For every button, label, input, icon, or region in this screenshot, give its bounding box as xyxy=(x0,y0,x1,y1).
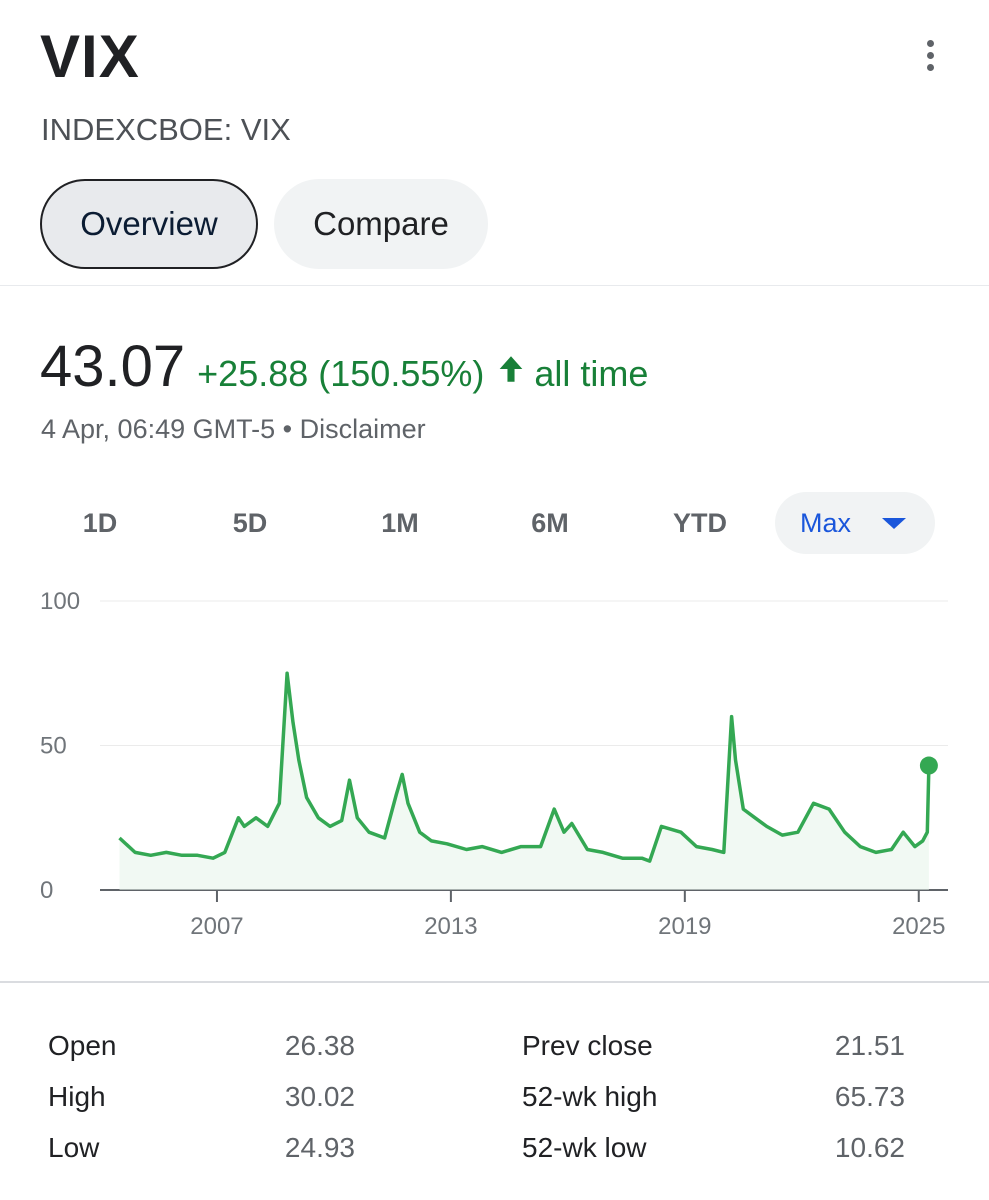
separator-dot: • xyxy=(282,414,293,444)
stat-value: 21.51 xyxy=(834,1030,905,1061)
divider xyxy=(0,285,989,286)
stat-label: Low xyxy=(48,1132,100,1163)
range-6m[interactable]: 6M xyxy=(490,492,610,554)
page-title: VIX xyxy=(40,23,140,90)
ticker-symbol: INDEXCBOE: VIX xyxy=(41,112,291,147)
stat-row: Low 24.93 52-wk low 10.62 xyxy=(0,1132,989,1172)
y-tick-label: 50 xyxy=(40,733,67,760)
x-tick-label: 2025 xyxy=(892,913,945,940)
stat-value: 30.02 xyxy=(284,1081,355,1112)
stat-value: 10.62 xyxy=(834,1132,905,1163)
tab-compare[interactable]: Compare xyxy=(274,179,488,269)
stat-row: High 30.02 52-wk high 65.73 xyxy=(0,1081,989,1121)
range-5d[interactable]: 5D xyxy=(190,492,310,554)
stat-value: 26.38 xyxy=(284,1030,355,1061)
disclaimer-link[interactable]: Disclaimer xyxy=(300,414,426,444)
quote-timestamp-row: 4 Apr, 06:49 GMT-5 • Disclaimer xyxy=(41,414,426,445)
x-tick-label: 2013 xyxy=(424,913,477,940)
price-summary: 43.07 +25.88 (150.55%) all time xyxy=(40,333,648,400)
range-max-label: Max xyxy=(800,508,852,538)
y-tick-label: 0 xyxy=(40,877,53,904)
arrow-up-icon xyxy=(500,356,523,382)
range-1m[interactable]: 1M xyxy=(340,492,460,554)
price-change: +25.88 (150.55%) xyxy=(197,353,485,394)
change-period: all time xyxy=(534,353,649,394)
tab-bar: Overview Compare xyxy=(40,179,488,269)
range-1d[interactable]: 1D xyxy=(40,492,160,554)
stat-label: 52-wk low xyxy=(522,1132,647,1163)
series-area xyxy=(119,673,929,890)
more-vert-icon[interactable] xyxy=(915,40,945,80)
stat-label: Prev close xyxy=(522,1030,653,1061)
caret-down-icon xyxy=(882,518,906,529)
quote-timestamp: 4 Apr, 06:49 GMT-5 xyxy=(41,414,276,444)
latest-point xyxy=(919,756,938,775)
price-chart: 100 50 0 2007 2013 2019 2025 xyxy=(40,588,948,940)
tab-overview[interactable]: Overview xyxy=(40,179,258,269)
y-tick-label: 100 xyxy=(40,588,80,615)
stat-row: Open 26.38 Prev close 21.51 xyxy=(0,1030,989,1070)
range-max-dropdown[interactable]: Max xyxy=(775,492,935,554)
current-price: 43.07 xyxy=(40,334,186,399)
stat-label: Open xyxy=(48,1030,117,1061)
stat-value: 24.93 xyxy=(284,1132,355,1163)
stat-label: High xyxy=(48,1081,106,1112)
range-ytd[interactable]: YTD xyxy=(640,492,760,554)
divider xyxy=(0,981,989,983)
x-tick-label: 2007 xyxy=(190,913,243,940)
x-tick-label: 2019 xyxy=(658,913,711,940)
stat-label: 52-wk high xyxy=(522,1081,658,1112)
stat-value: 65.73 xyxy=(834,1081,905,1112)
range-selector: 1D 5D 1M 6M YTD Max xyxy=(25,492,935,554)
